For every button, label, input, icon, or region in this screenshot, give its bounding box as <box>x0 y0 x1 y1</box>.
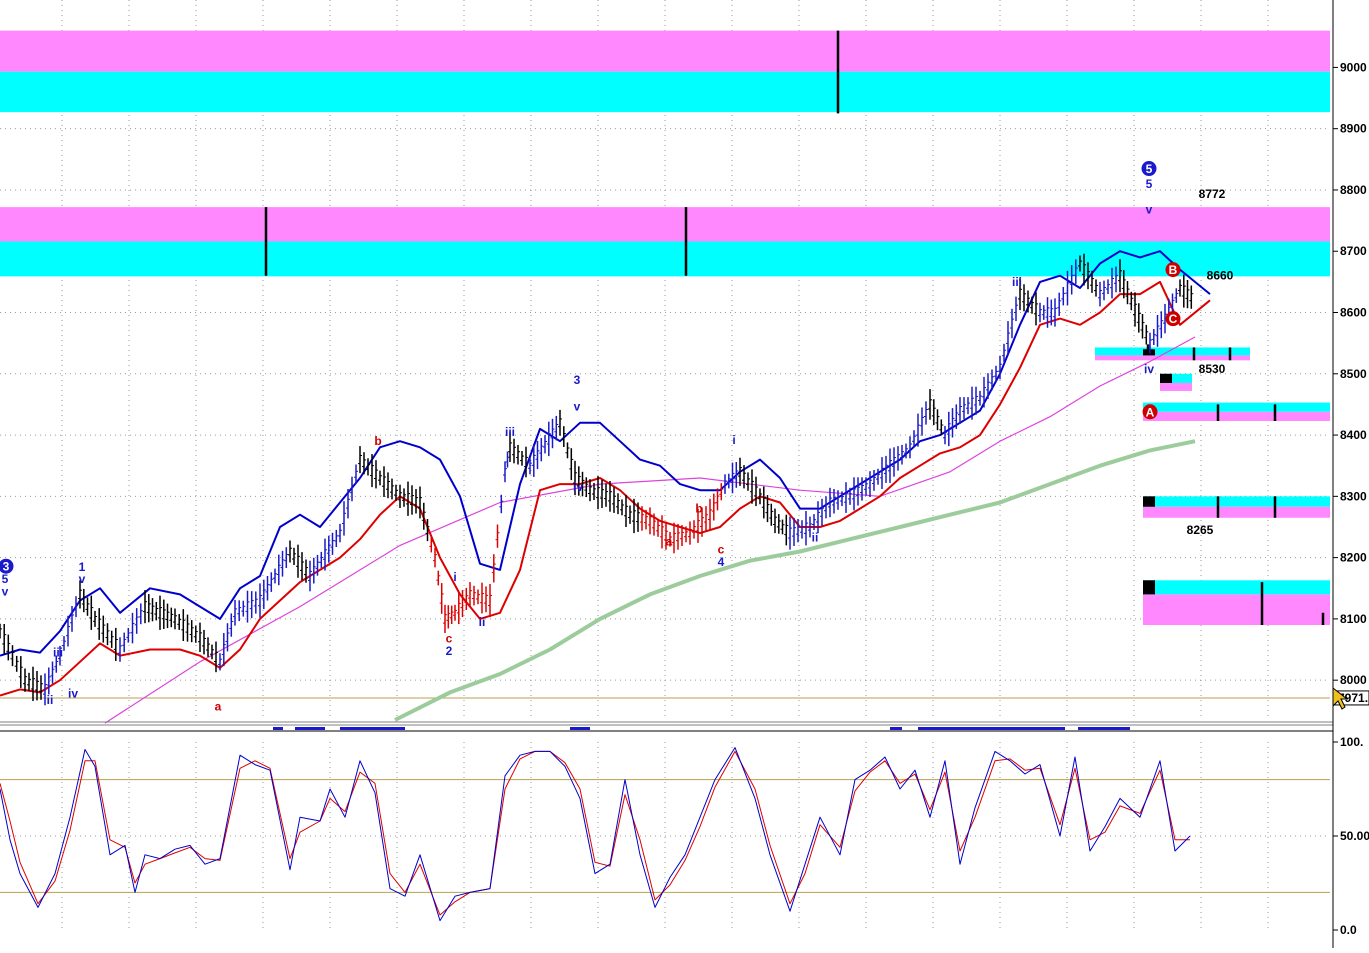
level-label: 8772 <box>1199 187 1226 201</box>
wave-label-text: iii <box>505 425 515 439</box>
axis-background <box>1333 0 1369 948</box>
zone-block <box>1143 349 1155 356</box>
wave-label-text: iii <box>1012 275 1022 289</box>
y-tick-label: 8700 <box>1340 244 1367 258</box>
wave-label-text: 4 <box>718 555 725 569</box>
signal-strip <box>890 727 902 730</box>
level-label: 8265 <box>1187 523 1214 537</box>
zone-cyan <box>0 241 1330 277</box>
wave-label-text: ii <box>479 615 486 629</box>
stoch-y-tick-label: 100. <box>1340 735 1363 749</box>
wave-label-text: i <box>453 570 456 584</box>
wave-label-text: v <box>574 399 581 413</box>
wave-label-circled-text: 5 <box>1146 162 1153 176</box>
zone-magenta <box>0 30 1330 72</box>
y-tick-label: 8500 <box>1340 367 1367 381</box>
y-tick-label: 8100 <box>1340 612 1367 626</box>
y-tick-label: 8800 <box>1340 183 1367 197</box>
stoch-y-tick-label: 0.0 <box>1340 923 1357 937</box>
y-tick-label: 9000 <box>1340 60 1367 74</box>
chart-canvas: 35v1viiiivii abc2iiiiii3vivabc4iiiiii55vi… <box>0 0 1369 948</box>
zone-magenta <box>1160 382 1192 391</box>
wave-label-text: v <box>79 572 86 586</box>
wave-label-circled-text: B <box>1169 263 1178 277</box>
y-tick-label: 8000 <box>1340 673 1367 687</box>
wave-label-text: v <box>2 584 9 598</box>
zone-magenta <box>1143 411 1330 421</box>
signal-strip <box>295 727 325 730</box>
wave-label-text: 5 <box>1146 177 1153 191</box>
y-tick-label: 8900 <box>1340 122 1367 136</box>
wave-label-text: iv <box>1144 362 1154 376</box>
y-tick-label: 8400 <box>1340 428 1367 442</box>
wave-label-text: iv <box>573 480 583 494</box>
level-label: 8660 <box>1207 269 1234 283</box>
zone-cyan <box>1143 496 1330 507</box>
zone-block <box>1143 496 1155 507</box>
chart-area: 3 5 v 1 v iii iv ii a b c 2 i ii iii 3 v iv a b c 4 i ii iii 5 5 v i… <box>0 0 1369 948</box>
wave-label-text: v <box>1146 203 1153 217</box>
zone-block <box>1143 580 1155 595</box>
y-tick-label: 8600 <box>1340 306 1367 320</box>
wave-label-text: a <box>666 535 673 549</box>
wave-label-text: ii <box>47 693 54 707</box>
zone-magenta <box>1143 506 1330 518</box>
wave-label-text: a <box>215 700 222 714</box>
zone-cyan <box>1143 580 1330 595</box>
wave-label-text: iii <box>53 646 63 660</box>
wave-label-text: iv <box>68 687 78 701</box>
zone-cyan <box>1143 402 1330 412</box>
wave-label-text: 2 <box>446 644 453 658</box>
signal-strip <box>340 727 405 730</box>
wave-label-text: i <box>732 433 735 447</box>
signal-strip <box>1078 727 1130 730</box>
wave-label-text: b <box>374 434 381 448</box>
chart-background <box>0 0 1369 948</box>
stoch-y-tick-label: 50.00 <box>1340 829 1369 843</box>
wave-label-circled-text: C <box>1169 312 1178 326</box>
zone-magenta <box>0 207 1330 242</box>
wave-label-text: b <box>695 502 702 516</box>
zone-magenta <box>1095 355 1250 361</box>
level-label: 8530 <box>1199 362 1226 376</box>
wave-label-text: 3 <box>574 373 581 387</box>
signal-strip <box>570 727 590 730</box>
zone-magenta <box>1143 594 1330 626</box>
zone-cyan <box>0 71 1330 113</box>
wave-label-text: ii <box>812 530 819 544</box>
signal-strip <box>273 727 283 730</box>
signal-strip <box>918 727 1065 730</box>
zone-block <box>1160 373 1172 383</box>
wave-label-circled-text: A <box>1146 405 1155 419</box>
y-tick-label: 8200 <box>1340 551 1367 565</box>
y-tick-label: 8300 <box>1340 489 1367 503</box>
